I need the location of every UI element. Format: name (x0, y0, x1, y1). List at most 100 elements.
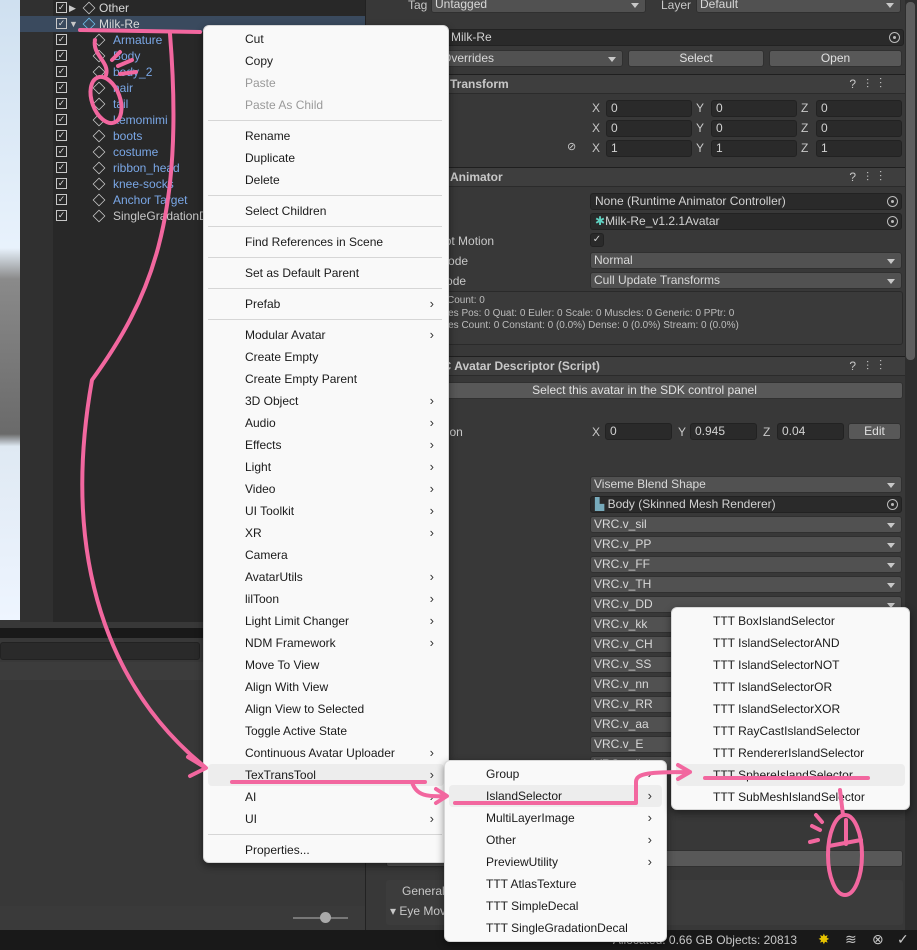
menu-item-camera[interactable]: Camera (208, 544, 444, 566)
sdk-control-panel-button[interactable]: Select this avatar in the SDK control pa… (386, 382, 903, 399)
active-checkbox[interactable]: ✓ (56, 2, 67, 13)
menu-item-prefab[interactable]: Prefab › (208, 293, 444, 315)
active-checkbox[interactable]: ✓ (56, 210, 67, 221)
avatar-field[interactable]: ✱Milk-Re_v1.2.1Avatar (590, 213, 902, 230)
active-checkbox[interactable]: ✓ (56, 66, 67, 77)
object-picker-icon[interactable] (889, 32, 900, 43)
update-mode-dropdown[interactable]: Normal (590, 252, 902, 269)
menu-item-xr[interactable]: XR › (208, 522, 444, 544)
menu-item-liltoon[interactable]: lilToon › (208, 588, 444, 610)
overrides-dropdown[interactable]: Overrides (421, 50, 623, 67)
active-checkbox[interactable]: ✓ (56, 50, 67, 61)
viseme-dropdown[interactable]: VRC.v_PP (590, 536, 902, 553)
menu-item-move-to-view[interactable]: Move To View (208, 654, 444, 676)
menu-item-audio[interactable]: Audio › (208, 412, 444, 434)
menu-item-set-as-default-parent[interactable]: Set as Default Parent (208, 262, 444, 284)
layer-dropdown[interactable]: Default (696, 0, 901, 13)
culling-mode-dropdown[interactable]: Cull Update Transforms (590, 272, 902, 289)
controller-field[interactable]: None (Runtime Animator Controller) (590, 193, 902, 210)
menu-item-ttt-submeshislandselector[interactable]: TTT SubMeshIslandSelector (676, 786, 905, 808)
menu-item-textranstool[interactable]: TexTransTool › (208, 764, 444, 786)
viseme-dropdown[interactable]: VRC.v_TH (590, 576, 902, 593)
tag-dropdown[interactable]: Untagged (431, 0, 646, 13)
viseme-dropdown[interactable]: VRC.v_FF (590, 556, 902, 573)
menu-item-ttt-simpledecal[interactable]: TTT SimpleDecal (449, 895, 662, 917)
view-z-field[interactable]: 0.04 (777, 423, 844, 440)
active-checkbox[interactable]: ✓ (56, 34, 67, 45)
menu-item-align-with-view[interactable]: Align With View (208, 676, 444, 698)
menu-item-ttt-islandselectorand[interactable]: TTT IslandSelectorAND (676, 632, 905, 654)
menu-item-align-view-to-selected[interactable]: Align View to Selected (208, 698, 444, 720)
menu-item-islandselector[interactable]: IslandSelector › (449, 785, 662, 807)
active-checkbox[interactable]: ✓ (56, 146, 67, 157)
active-checkbox[interactable]: ✓ (56, 82, 67, 93)
menu-item-ttt-raycastislandselector[interactable]: TTT RayCastIslandSelector (676, 720, 905, 742)
menu-item-ttt-rendererislandselector[interactable]: TTT RendererIslandSelector (676, 742, 905, 764)
menu-item-delete[interactable]: Delete (208, 169, 444, 191)
object-picker-icon[interactable] (887, 499, 898, 510)
transform-x-field[interactable]: 0 (606, 120, 692, 137)
menu-item-ai[interactable]: AI › (208, 786, 444, 808)
menu-item-ttt-atlastexture[interactable]: TTT AtlasTexture (449, 873, 662, 895)
prefab-select-button[interactable]: Select (628, 50, 764, 67)
menu-item-ttt-islandselectoror[interactable]: TTT IslandSelectorOR (676, 676, 905, 698)
menu-item-cut[interactable]: Cut (208, 28, 444, 50)
menu-item-other[interactable]: Other › (449, 829, 662, 851)
project-search-input[interactable] (0, 642, 200, 660)
menu-item-copy[interactable]: Copy (208, 50, 444, 72)
inspector-scrollbar-thumb[interactable] (906, 2, 915, 360)
constrain-scale-icon[interactable]: ⊘ (567, 140, 576, 153)
transform-z-field[interactable]: 0 (816, 100, 902, 117)
menu-item-avatarutils[interactable]: AvatarUtils › (208, 566, 444, 588)
active-checkbox[interactable]: ✓ (56, 194, 67, 205)
menu-item-toggle-active-state[interactable]: Toggle Active State (208, 720, 444, 742)
menu-item-multilayerimage[interactable]: MultiLayerImage › (449, 807, 662, 829)
lipsync-mode-dropdown[interactable]: Viseme Blend Shape (590, 476, 902, 493)
expand-arrow-icon[interactable]: ▼ (69, 16, 78, 32)
active-checkbox[interactable]: ✓ (56, 18, 67, 29)
object-picker-icon[interactable] (887, 216, 898, 227)
menu-item-find-references-in-scene[interactable]: Find References in Scene (208, 231, 444, 253)
prefab-open-button[interactable]: Open (769, 50, 902, 67)
view-x-field[interactable]: 0 (605, 423, 672, 440)
transform-x-field[interactable]: 0 (606, 100, 692, 117)
cache-server-icon[interactable]: ≋ (845, 931, 857, 948)
menu-item-continuous-avatar-uploader[interactable]: Continuous Avatar Uploader › (208, 742, 444, 764)
hierarchy-row[interactable]: ✓ ▶ Other (53, 0, 365, 16)
progress-check-icon[interactable]: ✓ (897, 931, 909, 948)
transform-y-field[interactable]: 1 (711, 140, 797, 157)
menu-item-ttt-boxislandselector[interactable]: TTT BoxIslandSelector (676, 610, 905, 632)
menu-item-ttt-islandselectornot[interactable]: TTT IslandSelectorNOT (676, 654, 905, 676)
scene-view[interactable] (0, 0, 20, 620)
menu-item-ttt-singlegradationdecal[interactable]: TTT SingleGradationDecal (449, 917, 662, 939)
menu-item-previewutility[interactable]: PreviewUtility › (449, 851, 662, 873)
menu-item-create-empty-parent[interactable]: Create Empty Parent (208, 368, 444, 390)
active-checkbox[interactable]: ✓ (56, 98, 67, 109)
menu-item-rename[interactable]: Rename (208, 125, 444, 147)
menu-item-modular-avatar[interactable]: Modular Avatar › (208, 324, 444, 346)
face-mesh-field[interactable]: ▙ Body (Skinned Mesh Renderer) (590, 496, 902, 513)
prefab-asset-field[interactable]: Milk-Re (436, 29, 904, 46)
menu-item-3d-object[interactable]: 3D Object › (208, 390, 444, 412)
menu-item-light-limit-changer[interactable]: Light Limit Changer › (208, 610, 444, 632)
debug-bug-icon[interactable]: ✸ (818, 931, 830, 948)
expand-arrow-icon[interactable]: ▶ (69, 0, 76, 16)
menu-item-ui-toolkit[interactable]: UI Toolkit › (208, 500, 444, 522)
active-checkbox[interactable]: ✓ (56, 178, 67, 189)
view-edit-button[interactable]: Edit (848, 423, 901, 440)
menu-item-light[interactable]: Light › (208, 456, 444, 478)
active-checkbox[interactable]: ✓ (56, 114, 67, 125)
zoom-slider-handle[interactable] (320, 912, 331, 923)
view-y-field[interactable]: 0.945 (690, 423, 757, 440)
root-motion-checkbox[interactable]: ✓ (590, 233, 604, 247)
menu-item-create-empty[interactable]: Create Empty (208, 346, 444, 368)
menu-item-properties-[interactable]: Properties... (208, 839, 444, 861)
component-header-icons[interactable]: ?⫶⋮ (849, 357, 892, 375)
menu-item-video[interactable]: Video › (208, 478, 444, 500)
component-header-icons[interactable]: ?⫶⋮ (849, 75, 892, 93)
component-header-icons[interactable]: ?⫶⋮ (849, 168, 892, 186)
network-off-icon[interactable]: ⊗ (872, 931, 884, 948)
menu-item-duplicate[interactable]: Duplicate (208, 147, 444, 169)
menu-item-ui[interactable]: UI › (208, 808, 444, 830)
object-picker-icon[interactable] (887, 196, 898, 207)
